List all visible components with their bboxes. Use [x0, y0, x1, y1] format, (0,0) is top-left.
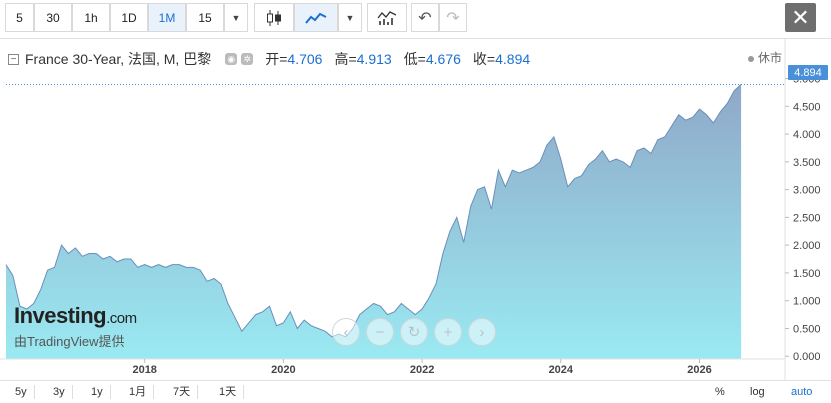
scroll-left-button[interactable]: ‹: [332, 318, 360, 346]
y-tick-label: 1.500: [793, 268, 821, 280]
watermark-dotcom: .com: [106, 310, 137, 327]
y-tick-label: 3.500: [793, 157, 821, 169]
log-toggle[interactable]: log: [750, 385, 765, 399]
redo-button[interactable]: ↷: [439, 3, 467, 32]
x-tick-label: 2018: [132, 364, 156, 376]
reset-button[interactable]: ↻: [400, 318, 428, 346]
y-tick-label: 0.000: [793, 351, 821, 363]
chevron-down-icon: ▼: [231, 12, 241, 23]
last-price-tag: 4.894: [788, 65, 828, 80]
indicators-button[interactable]: [367, 3, 407, 32]
plus-icon: +: [443, 323, 453, 341]
y-tick-label: 4.500: [793, 101, 821, 113]
interval-15-button[interactable]: 15: [186, 3, 224, 32]
minus-icon: −: [375, 323, 385, 341]
y-tick-label: 2.000: [793, 240, 821, 252]
candlestick-icon: [267, 9, 281, 26]
chevron-down-icon: ▼: [345, 12, 355, 23]
indicators-icon: [377, 10, 397, 25]
range-1m-button[interactable]: 1月: [122, 385, 155, 399]
auto-toggle[interactable]: auto: [791, 385, 812, 399]
interval-dropdown-button[interactable]: ▼: [224, 3, 248, 32]
watermark-brand-name: Investing: [14, 303, 107, 328]
area-chart-icon: [305, 12, 327, 24]
range-3y-button[interactable]: 3y: [46, 385, 73, 399]
chevron-left-icon: ‹: [343, 323, 349, 341]
zoom-in-button[interactable]: +: [434, 318, 462, 346]
undo-button[interactable]: ↶: [411, 3, 439, 32]
percent-toggle[interactable]: %: [715, 385, 725, 399]
redo-icon: ↷: [446, 9, 460, 27]
x-tick-label: 2020: [271, 364, 295, 376]
y-tick-label: 2.500: [793, 212, 821, 224]
y-tick-label: 4.000: [793, 129, 821, 141]
interval-1d-button[interactable]: 1D: [110, 3, 148, 32]
interval-5-button[interactable]: 5: [5, 3, 34, 32]
x-tick-label: 2024: [549, 364, 574, 376]
chevron-right-icon: ›: [479, 323, 485, 341]
chart-style-dropdown-button[interactable]: ▼: [338, 3, 362, 32]
interval-1h-button[interactable]: 1h: [72, 3, 110, 32]
interval-1m-button[interactable]: 1M: [148, 3, 186, 32]
y-tick-label: 3.000: [793, 185, 821, 197]
reset-icon: ↻: [407, 324, 421, 341]
zoom-out-button[interactable]: −: [366, 318, 394, 346]
investing-watermark: Investing.com 由TradingView提供: [14, 303, 137, 350]
x-tick-label: 2026: [687, 364, 711, 376]
y-tick-label: 0.500: [793, 323, 821, 335]
y-tick-label: 1.000: [793, 296, 821, 308]
candlestick-style-button[interactable]: [254, 3, 294, 32]
range-7d-button[interactable]: 7天: [166, 385, 199, 399]
range-5y-button[interactable]: 5y: [8, 385, 35, 399]
undo-icon: ↶: [418, 9, 432, 27]
area-style-button[interactable]: [294, 3, 338, 32]
range-bar: 5y 3y 1y 1月 7天 1天 % log auto: [0, 380, 831, 403]
watermark-provider: 由TradingView提供: [14, 334, 125, 349]
close-icon: ✕: [791, 4, 810, 30]
scroll-right-button[interactable]: ›: [468, 318, 496, 346]
watermark-brand: Investing.com: [14, 303, 137, 329]
range-1y-button[interactable]: 1y: [84, 385, 111, 399]
chart-nav-controls: ‹ − ↻ + ›: [332, 318, 502, 346]
chart-toolbar: 5 30 1h 1D 1M 15 ▼ ▼ ↶ ↷ ✕: [0, 0, 831, 37]
close-button[interactable]: ✕: [785, 3, 816, 32]
x-tick-label: 2022: [410, 364, 434, 376]
interval-30-button[interactable]: 30: [34, 3, 72, 32]
range-1d-button[interactable]: 1天: [212, 385, 245, 399]
